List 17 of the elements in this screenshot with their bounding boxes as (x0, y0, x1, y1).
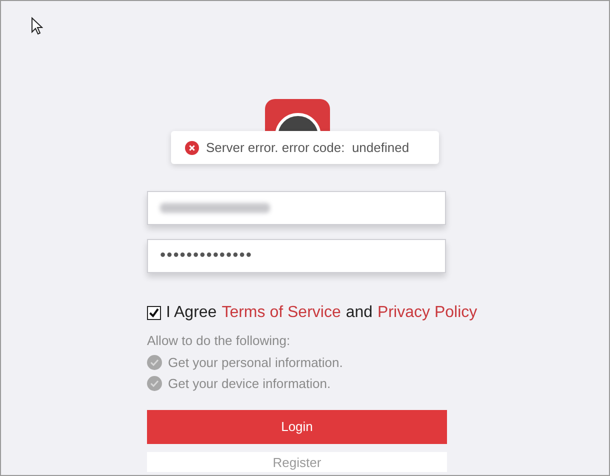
cursor-icon (31, 17, 43, 35)
check-circle-icon (147, 354, 162, 370)
password-field[interactable]: •••••••••••••• (147, 239, 446, 273)
permissions-heading: Allow to do the following: (147, 332, 290, 350)
permission-text: Get your personal information. (168, 354, 343, 372)
agree-text: and (346, 303, 373, 323)
check-circle-icon (147, 376, 162, 392)
username-field[interactable] (147, 191, 446, 225)
agree-text: I Agree (166, 303, 217, 323)
login-button[interactable]: Login (147, 410, 447, 444)
error-message: Server error. error code: undefined (206, 138, 410, 157)
privacy-link[interactable]: Privacy Policy (378, 301, 478, 325)
register-button[interactable]: Register (147, 452, 447, 472)
permission-text: Get your device information. (168, 375, 331, 393)
terms-link[interactable]: Terms of Service (222, 301, 341, 325)
error-icon (185, 140, 199, 154)
agree-checkbox[interactable] (147, 306, 161, 320)
